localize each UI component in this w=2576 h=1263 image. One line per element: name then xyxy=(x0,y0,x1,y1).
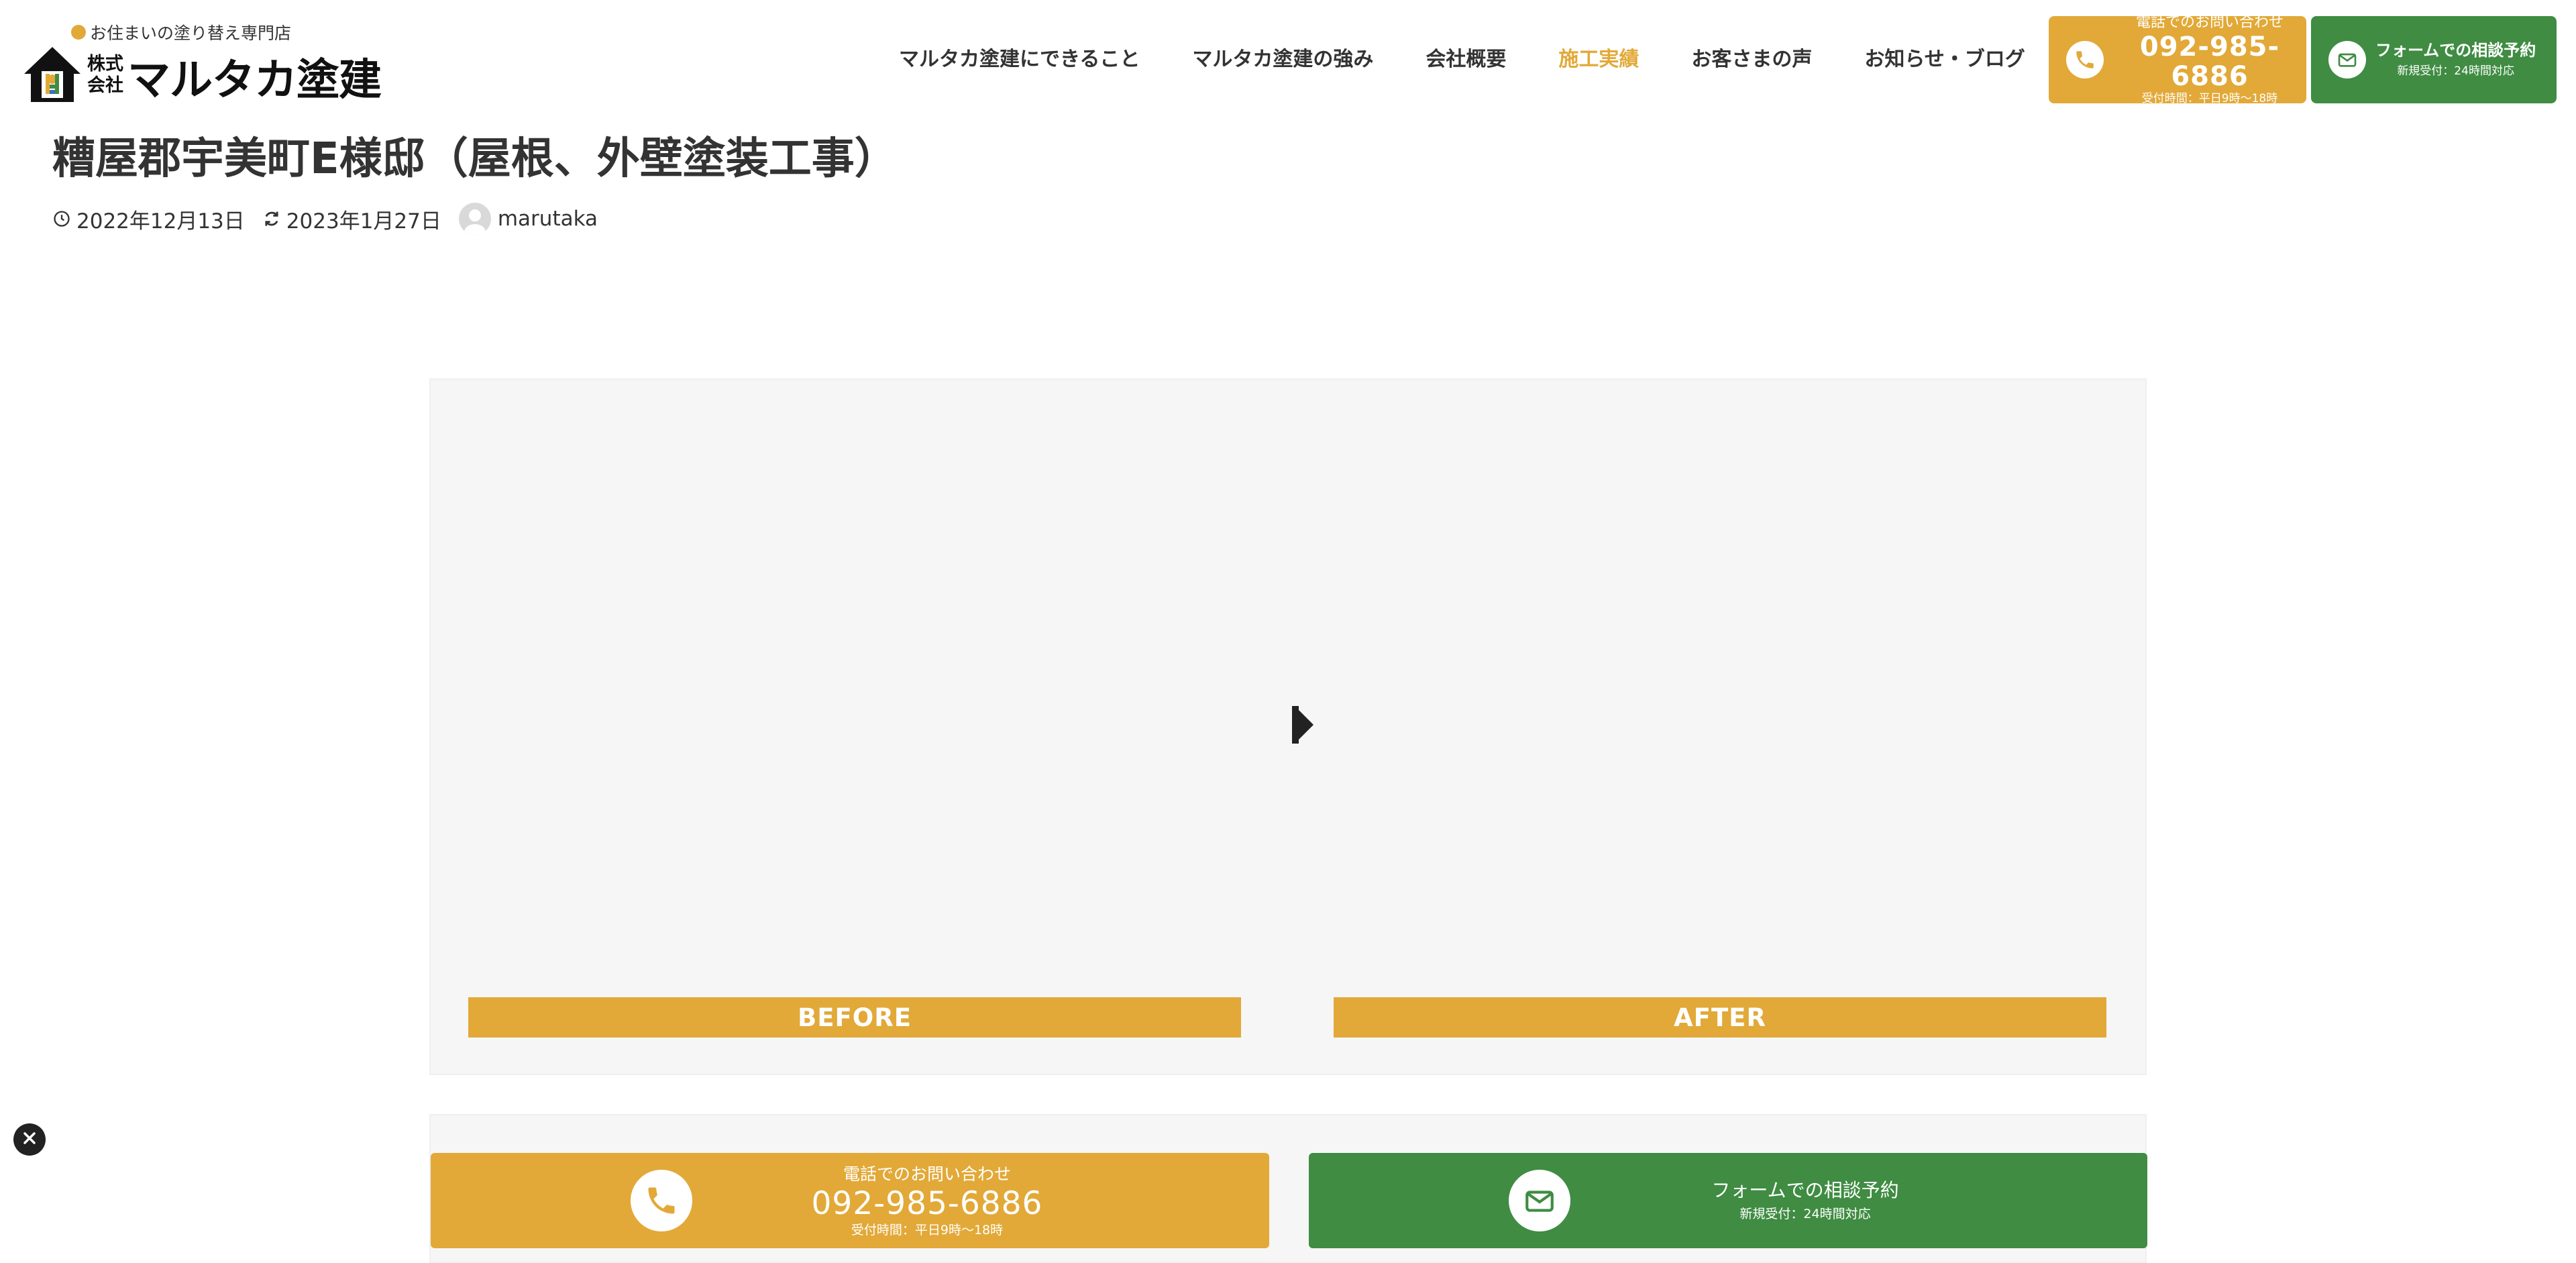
header-form-hours: 新規受付：24時間対応 xyxy=(2397,64,2514,78)
dot-icon xyxy=(71,25,86,40)
after-label: AFTER xyxy=(1334,997,2106,1038)
page-title: 糟屋郡宇美町E様邸（屋根、外壁塗装工事） xyxy=(52,134,898,184)
mail-icon xyxy=(2328,41,2366,79)
nav-item-strengths[interactable]: マルタカ塗建の強み xyxy=(1192,42,1373,72)
footer-phone-button[interactable]: 電話でのお問い合わせ 092-985-6886 受付時間：平日9時〜18時 xyxy=(431,1153,1269,1248)
footer-form-hours: 新規受付：24時間対応 xyxy=(1739,1207,1871,1221)
footer-form-button[interactable]: フォームでの相談予約 新規受付：24時間対応 xyxy=(1309,1153,2147,1248)
site-logo[interactable]: お住まいの塗り替え専門店 株式会社 マルタカ塗建 xyxy=(21,20,397,105)
header-form-button[interactable]: フォームでの相談予約 新規受付：24時間対応 xyxy=(2311,16,2557,103)
close-icon xyxy=(22,1131,37,1148)
nav-item-works[interactable]: 施工実績 xyxy=(1558,42,1639,72)
post-meta: 2022年12月13日 2023年1月27日 marutaka xyxy=(52,203,598,235)
logo-tagline-text: お住まいの塗り替え専門店 xyxy=(90,23,292,43)
refresh-icon xyxy=(262,209,281,228)
phone-icon xyxy=(631,1170,692,1231)
nav-item-services[interactable]: マルタカ塗建にできること xyxy=(899,42,1140,72)
mail-icon xyxy=(1509,1170,1570,1231)
before-label: BEFORE xyxy=(468,997,1241,1038)
play-arrow-icon[interactable] xyxy=(1289,703,1316,749)
phone-icon xyxy=(2066,41,2104,79)
close-button[interactable] xyxy=(13,1123,46,1156)
header-phone-button[interactable]: 電話でのお問い合わせ 092-985-6886 受付時間：平日9時〜18時 xyxy=(2049,14,2306,105)
clock-icon xyxy=(52,209,71,228)
author-link[interactable]: marutaka xyxy=(498,207,598,231)
before-after-slider[interactable]: BEFORE AFTER xyxy=(429,378,2147,1075)
nav-item-company[interactable]: 会社概要 xyxy=(1426,42,1506,72)
header-phone-number: 092-985-6886 xyxy=(2139,32,2280,92)
logo-company-name: マルタカ塗建 xyxy=(127,56,382,105)
footer-phone-number: 092-985-6886 xyxy=(811,1185,1043,1222)
avatar[interactable] xyxy=(458,203,491,235)
header-form-label: フォームでの相談予約 xyxy=(2375,41,2536,60)
main-nav: マルタカ塗建にできること マルタカ塗建の強み 会社概要 施工実績 お客さまの声 … xyxy=(847,40,2025,74)
footer-phone-label: 電話でのお問い合わせ xyxy=(843,1164,1011,1184)
header-phone-hours: 受付時間：平日9時〜18時 xyxy=(2141,92,2278,105)
header-phone-label: 電話でのお問い合わせ xyxy=(2135,14,2284,31)
published-date: 2022年12月13日 xyxy=(76,209,245,234)
footer-phone-hours: 受付時間：平日9時〜18時 xyxy=(851,1223,1004,1237)
house-logo-icon xyxy=(24,47,80,102)
logo-company-type: 株式会社 xyxy=(87,54,123,96)
logo-tagline: お住まいの塗り替え専門店 xyxy=(71,20,291,44)
updated-date: 2023年1月27日 xyxy=(286,209,441,234)
nav-item-voices[interactable]: お客さまの声 xyxy=(1691,42,1812,72)
footer-form-label: フォームでの相談予約 xyxy=(1711,1179,1899,1201)
nav-item-blog[interactable]: お知らせ・ブログ xyxy=(1864,42,2025,72)
